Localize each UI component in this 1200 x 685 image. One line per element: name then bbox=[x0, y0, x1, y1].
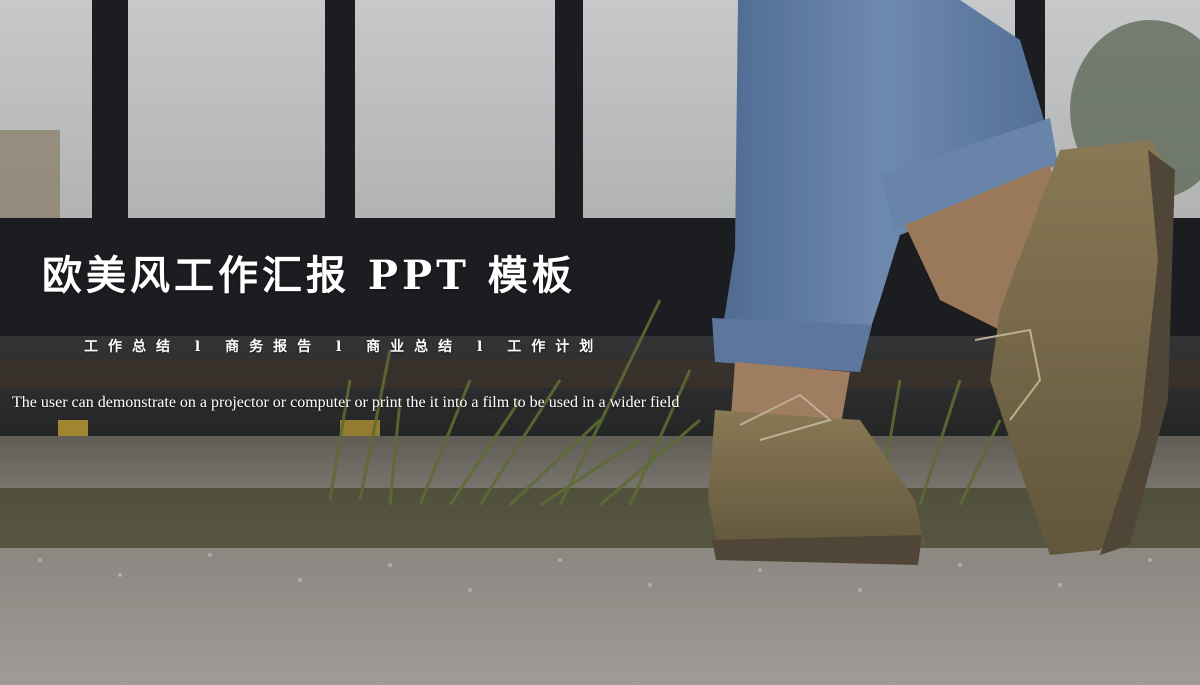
slide: 欧美风工作汇报 PPT 模板 工作总结 l 商务报告 l 商业总结 l 工作计划… bbox=[0, 0, 1200, 685]
slide-title: 欧美风工作汇报 PPT 模板 bbox=[42, 252, 576, 299]
slide-description: The user can demonstrate on a projector … bbox=[12, 394, 680, 411]
slide-subtitle: 工作总结 l 商务报告 l 商业总结 l 工作计划 bbox=[84, 339, 604, 355]
